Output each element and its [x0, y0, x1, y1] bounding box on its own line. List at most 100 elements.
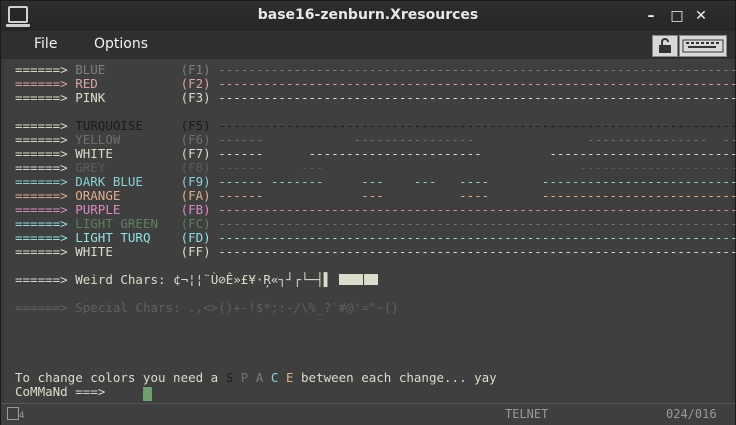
- row-fkey: (F9): [180, 174, 219, 189]
- cursor-position: 024/016: [666, 407, 717, 421]
- menu-file[interactable]: File: [34, 36, 57, 52]
- row-fkey: (F1): [180, 62, 219, 77]
- weird-chars: ¢¬¦¦¨Ù⊘Ê»£¥·Ŗ«┐┘┌└─┤▌: [173, 272, 339, 287]
- block-char: [363, 274, 378, 285]
- row-label: WHITE: [75, 244, 181, 259]
- row-arrow: ======>: [15, 146, 76, 161]
- weird-label: Weird Chars:: [75, 272, 174, 287]
- row-dash: ----------------------------------------…: [218, 76, 736, 91]
- row-label: PURPLE: [75, 202, 181, 217]
- session-icon: [7, 407, 19, 420]
- row-label: WHITE: [75, 146, 181, 161]
- weird-chars-line: ======> Weird Chars: ¢¬¦¦¨Ù⊘Ê»£¥·Ŗ«┐┘┌└─…: [15, 273, 378, 287]
- color-row: ======> GREY (F8) ------ --- -----------…: [15, 161, 736, 175]
- row-arrow: ======>: [15, 174, 76, 189]
- weird-arrow: ======>: [15, 272, 76, 287]
- row-fkey: (F6): [180, 132, 219, 147]
- space-letter-s: S: [225, 370, 234, 385]
- row-dash: ------ ---------------- ----------------…: [218, 132, 736, 147]
- window-title: base16-zenburn.Xresources: [257, 7, 479, 23]
- row-fkey: (FF): [180, 244, 219, 259]
- row-arrow: ======>: [15, 90, 76, 105]
- space-letter-a: A: [255, 370, 264, 385]
- keyboard-lock-icon[interactable]: [652, 35, 678, 57]
- color-row: ======> WHITE (F7) ------ --------------…: [15, 147, 736, 161]
- color-row: ======> LIGHT GREEN (FC) ---------------…: [15, 217, 736, 231]
- space-letter-c: C: [270, 370, 279, 385]
- row-arrow: ======>: [15, 244, 76, 259]
- menu-bar: File Options: [1, 31, 735, 59]
- row-dash: ----------------------------------------…: [218, 216, 736, 231]
- row-dash: ----------------------------------------…: [218, 62, 736, 77]
- row-dash: ----------------------------------------…: [218, 118, 736, 133]
- block-char: [338, 274, 363, 285]
- connection-mode: TELNET: [505, 407, 549, 421]
- row-dash: ----------------------------------------…: [218, 244, 736, 259]
- row-label: ORANGE: [75, 188, 181, 203]
- text-cursor: [143, 387, 152, 401]
- row-label: PINK: [75, 90, 181, 105]
- row-dash: ----------------------------------------…: [218, 202, 736, 217]
- row-arrow: ======>: [15, 118, 76, 133]
- row-fkey: (F8): [180, 160, 219, 175]
- space-letter-e: E: [285, 370, 294, 385]
- color-row: ======> LIGHT TURQ (FD) ----------------…: [15, 231, 736, 245]
- row-label: YELLOW: [75, 132, 181, 147]
- color-row: ======> TURQUOISE (F5) -----------------…: [15, 119, 736, 133]
- row-fkey: (FA): [180, 188, 219, 203]
- row-fkey: (FD): [180, 230, 219, 245]
- space-letter-p: P: [240, 370, 249, 385]
- row-arrow: ======>: [15, 216, 76, 231]
- row-arrow: ======>: [15, 188, 76, 203]
- keyboard-icon[interactable]: [679, 35, 727, 57]
- row-arrow: ======>: [15, 62, 76, 77]
- row-label: DARK BLUE: [75, 174, 181, 189]
- instruction-after: between each change... yay: [293, 370, 497, 385]
- color-row: ======> PURPLE (FB) --------------------…: [15, 203, 736, 217]
- row-arrow: ======>: [15, 230, 76, 245]
- minimize-button[interactable]: –: [641, 6, 661, 26]
- row-dash: ------ --- ---- ------------------------…: [218, 188, 736, 203]
- special-chars-line: ======> Special Chars: .,<>()+-!$*;:-/\%…: [15, 301, 399, 315]
- color-row: ======> RED (F2) -----------------------…: [15, 77, 736, 91]
- row-fkey: (F7): [180, 146, 219, 161]
- color-row: ======> BLUE (F1) ----------------------…: [15, 63, 736, 77]
- command-prompt[interactable]: CoMMaNd ===>: [15, 385, 113, 399]
- session-number: 4: [19, 411, 25, 421]
- color-row: ======> DARK BLUE (F9) ------ ------- --…: [15, 175, 736, 189]
- title-bar: base16-zenburn.Xresources – □ ✕: [1, 1, 735, 31]
- color-row: ======> PINK (F3) ----------------------…: [15, 91, 736, 105]
- row-label: GREY: [75, 160, 181, 175]
- menu-options[interactable]: Options: [94, 36, 148, 52]
- row-fkey: (F5): [180, 118, 219, 133]
- color-row: ======> YELLOW (F6) ------ -------------…: [15, 133, 736, 147]
- maximize-button[interactable]: □: [667, 6, 687, 26]
- close-button[interactable]: ✕: [691, 6, 711, 26]
- row-label: LIGHT GREEN: [75, 216, 181, 231]
- special-chars: .,<>()+-!$*;:-/\%_?`#@'="~{}: [188, 300, 399, 315]
- row-fkey: (F2): [180, 76, 219, 91]
- status-bar: 4 TELNET 024/016: [1, 403, 735, 425]
- row-label: LIGHT TURQ: [75, 230, 181, 245]
- row-dash: ------ ----------------------- ---------…: [218, 146, 736, 161]
- row-arrow: ======>: [15, 132, 76, 147]
- terminal-window: base16-zenburn.Xresources – □ ✕ File Opt…: [0, 0, 736, 425]
- row-arrow: ======>: [15, 76, 76, 91]
- row-dash: ----------------------------------------…: [218, 230, 736, 245]
- special-label: Special Chars:: [75, 300, 189, 315]
- color-row: ======> ORANGE (FA) ------ --- ---- ----…: [15, 189, 736, 203]
- row-dash: ------ --- ----------------------: [218, 160, 736, 175]
- row-label: RED: [75, 76, 181, 91]
- row-fkey: (FC): [180, 216, 219, 231]
- row-label: BLUE: [75, 62, 181, 77]
- row-arrow: ======>: [15, 160, 76, 175]
- row-fkey: (F3): [180, 90, 219, 105]
- color-row: ======> WHITE (FF) ---------------------…: [15, 245, 736, 259]
- row-dash: ------ ------- --- --- ---- ------------…: [218, 174, 736, 189]
- instruction-line: To change colors you need a S P A C E be…: [15, 371, 497, 385]
- row-arrow: ======>: [15, 202, 76, 217]
- instruction-before: To change colors you need a: [15, 370, 226, 385]
- row-dash: ----------------------------------------…: [218, 90, 736, 105]
- command-label: CoMMaNd ===>: [15, 384, 113, 399]
- row-label: TURQUOISE: [75, 118, 181, 133]
